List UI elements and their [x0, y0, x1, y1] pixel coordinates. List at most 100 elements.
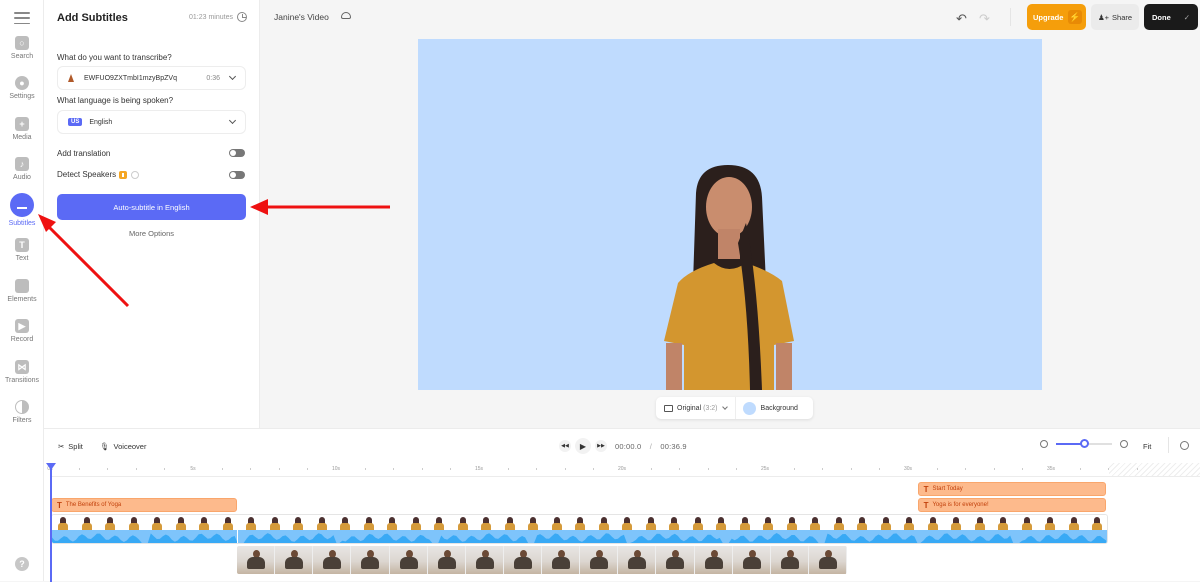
rail-item-filters[interactable]: Filters: [0, 400, 44, 424]
ruler-tick: [936, 468, 938, 470]
ruler-tick: [536, 468, 538, 470]
ruler-tick: [650, 468, 652, 470]
playhead[interactable]: [46, 463, 56, 582]
zoom-in-icon[interactable]: [1120, 440, 1128, 448]
broll-thumbnail: [542, 546, 581, 574]
ruler-tick-label: 35s: [1046, 466, 1056, 472]
rail-item-text[interactable]: T Text: [0, 238, 44, 262]
microphone-icon: 🎙: [100, 442, 110, 451]
ratio-label: (3:2): [703, 404, 718, 412]
auto-subtitle-button[interactable]: Auto-subtitle in English: [57, 194, 246, 220]
rail-label: Filters: [12, 417, 32, 424]
ruler-tick: [965, 468, 967, 470]
video-thumbnail: [593, 515, 617, 530]
upgrade-button[interactable]: Upgrade ⚡: [1027, 4, 1086, 30]
video-thumbnail: [358, 515, 382, 530]
text-clip[interactable]: T The Benefits of Yoga: [51, 498, 237, 512]
split-button[interactable]: ✂ Split: [58, 442, 83, 451]
checkmark-icon: ✓: [1183, 12, 1190, 22]
clip-split-marker: [237, 515, 238, 543]
settings-icon: ●: [15, 76, 29, 90]
upgrade-label: Upgrade: [1033, 12, 1064, 22]
broll-thumbnail: [275, 546, 314, 574]
play-icon[interactable]: ▶: [575, 438, 591, 454]
lightning-icon: ⚡: [1068, 10, 1082, 24]
help-icon[interactable]: ?: [15, 557, 29, 571]
project-title[interactable]: Janine's Video: [274, 12, 329, 22]
music-note-icon: ♪: [15, 157, 29, 171]
rail-item-elements[interactable]: Elements: [0, 279, 44, 303]
zoom-slider[interactable]: [1056, 439, 1112, 448]
video-thumbnail: [757, 515, 781, 530]
broll-thumbnail: [237, 546, 276, 574]
rail-item-record[interactable]: ▶ Record: [0, 319, 44, 343]
voiceover-button[interactable]: 🎙 Voiceover: [100, 442, 146, 451]
add-translation-toggle[interactable]: [229, 149, 245, 157]
ruler-tick-label: 30s: [903, 466, 913, 472]
language-label: What language is being spoken?: [57, 96, 174, 105]
zoom-out-icon[interactable]: [1040, 440, 1048, 448]
split-label: Split: [68, 442, 83, 451]
text-icon: T: [923, 500, 929, 510]
undo-icon[interactable]: ↶: [956, 11, 967, 27]
video-thumbnail: [569, 515, 593, 530]
rail-item-subtitles[interactable]: Subtitles: [0, 193, 44, 227]
share-button[interactable]: ♟+ Share: [1091, 4, 1139, 30]
media-select[interactable]: EWFUO9ZXTmbI1mzyBpZVq 0:36: [57, 66, 246, 90]
aspect-ratio-icon: [664, 404, 673, 412]
more-options-link[interactable]: More Options: [57, 229, 246, 238]
rail-item-transitions[interactable]: ⋈ Transitions: [0, 360, 44, 384]
video-thumbnail: [945, 515, 969, 530]
redo-icon[interactable]: ↷: [979, 11, 990, 27]
text-icon: T: [923, 484, 929, 494]
broll-video-track[interactable]: [237, 546, 847, 574]
ruler-tick: [364, 468, 366, 470]
timeline-settings-icon[interactable]: [1180, 441, 1189, 450]
aspect-ratio-dropdown[interactable]: Original (3:2): [656, 397, 736, 419]
rewind-icon[interactable]: ◀◀: [559, 440, 571, 452]
background-button[interactable]: Background: [736, 401, 805, 415]
fast-forward-icon[interactable]: ▶▶: [595, 440, 607, 452]
ruler-tick: [250, 468, 252, 470]
share-label: Share: [1112, 12, 1133, 22]
text-clip-label: The Benefits of Yoga: [65, 502, 122, 508]
ruler-tick: [793, 468, 795, 470]
rail-item-audio[interactable]: ♪ Audio: [0, 157, 44, 181]
video-thumbnail: [710, 515, 734, 530]
ruler-tick: [221, 468, 223, 470]
video-thumbnail: [898, 515, 922, 530]
video-canvas[interactable]: [418, 39, 1042, 390]
media-thumbnail-icon: [68, 74, 74, 82]
text-clip[interactable]: T Yoga is for everyone!: [917, 498, 1107, 512]
broll-thumbnail: [732, 546, 771, 574]
time-ruler[interactable]: 0s5s10s15s20s25s30s35s: [47, 463, 1200, 477]
ruler-tick: [707, 468, 709, 470]
detect-speakers-toggle[interactable]: [229, 171, 245, 179]
rail-item-settings[interactable]: ● Settings: [0, 76, 44, 100]
video-thumbnail: [616, 515, 640, 530]
text-clip[interactable]: T Start Today: [917, 482, 1107, 496]
filters-icon: [15, 400, 29, 414]
rail-item-media[interactable]: + Media: [0, 117, 44, 141]
video-thumbnail: [287, 515, 311, 530]
broll-thumbnail: [656, 546, 695, 574]
scissors-icon: ✂: [58, 442, 65, 451]
detect-speakers-label: Detect Speakers: [57, 170, 117, 179]
video-thumbnail: [1016, 515, 1040, 530]
ruler-tick: [1079, 468, 1081, 470]
video-thumbnail: [52, 515, 76, 530]
video-thumbnail: [123, 515, 147, 530]
zoom-slider-knob[interactable]: [1080, 439, 1089, 448]
language-select[interactable]: US English: [57, 110, 246, 134]
rail-item-search[interactable]: ○ Search: [0, 36, 44, 60]
media-duration: 0:36: [206, 74, 220, 82]
background-label: Background: [760, 404, 798, 412]
done-button[interactable]: Done ✓: [1144, 4, 1198, 30]
fit-button[interactable]: Fit: [1143, 442, 1151, 451]
info-icon[interactable]: [131, 170, 140, 179]
video-thumbnail: [851, 515, 875, 530]
video-track[interactable]: [51, 514, 1108, 544]
hamburger-menu-icon[interactable]: [14, 12, 30, 24]
canvas-format-bar: Original (3:2) Background: [656, 397, 813, 419]
ruler-tick: [307, 468, 309, 470]
